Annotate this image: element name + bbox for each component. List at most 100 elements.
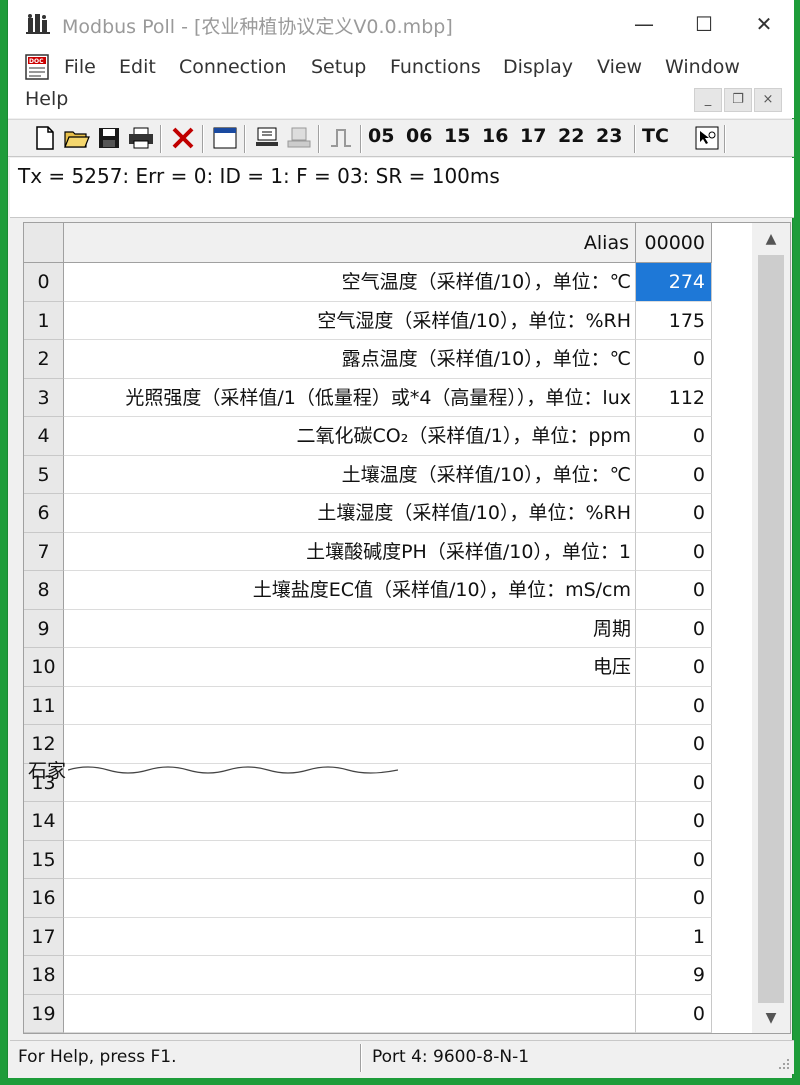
- table-row[interactable]: 9 周期 0: [24, 609, 712, 648]
- table-row[interactable]: 3 光照强度（采样值/1（低量程）或*4（高量程）），单位：lux 112: [24, 378, 712, 417]
- alias-cell[interactable]: 土壤盐度EC值（采样值/10），单位：mS/cm: [64, 571, 636, 610]
- row-number[interactable]: 16: [24, 879, 64, 918]
- menu-view[interactable]: View: [597, 56, 642, 78]
- table-row[interactable]: 16 0: [24, 879, 712, 918]
- row-number[interactable]: 0: [24, 263, 64, 302]
- table-row[interactable]: 10 电压 0: [24, 648, 712, 687]
- resize-grip-icon[interactable]: [776, 1056, 790, 1070]
- alias-cell[interactable]: [64, 686, 636, 725]
- grid-corner[interactable]: [24, 223, 64, 263]
- alias-cell[interactable]: 空气湿度（采样值/10），单位：%RH: [64, 301, 636, 340]
- alias-cell[interactable]: [64, 879, 636, 918]
- alias-column-header[interactable]: Alias: [64, 223, 636, 263]
- alias-cell[interactable]: [64, 802, 636, 841]
- menu-setup[interactable]: Setup: [311, 56, 366, 78]
- row-number[interactable]: 11: [24, 686, 64, 725]
- menu-connection[interactable]: Connection: [179, 56, 287, 78]
- table-row[interactable]: 11 0: [24, 686, 712, 725]
- row-number[interactable]: 4: [24, 417, 64, 456]
- table-row[interactable]: 14 0: [24, 802, 712, 841]
- menu-display[interactable]: Display: [503, 56, 573, 78]
- menu-edit[interactable]: Edit: [119, 56, 156, 78]
- register-value-cell[interactable]: 9: [636, 956, 712, 995]
- register-value-cell[interactable]: 0: [636, 648, 712, 687]
- register-value-cell[interactable]: 0: [636, 455, 712, 494]
- mdi-minimize-button[interactable]: _: [694, 88, 722, 112]
- register-value-cell[interactable]: 175: [636, 301, 712, 340]
- alias-cell[interactable]: [64, 917, 636, 956]
- register-value-cell[interactable]: 0: [636, 686, 712, 725]
- function-23-button[interactable]: 23: [596, 125, 622, 147]
- table-row[interactable]: 1 空气湿度（采样值/10），单位：%RH 175: [24, 301, 712, 340]
- register-value-cell[interactable]: 0: [636, 571, 712, 610]
- row-number[interactable]: 14: [24, 802, 64, 841]
- scroll-thumb[interactable]: [758, 255, 784, 1003]
- alias-cell[interactable]: [64, 956, 636, 995]
- table-row[interactable]: 18 9: [24, 956, 712, 995]
- register-value-cell[interactable]: 0: [636, 879, 712, 918]
- alias-cell[interactable]: 电压: [64, 648, 636, 687]
- menu-functions[interactable]: Functions: [390, 56, 481, 78]
- function-22-button[interactable]: 22: [558, 125, 584, 147]
- table-row[interactable]: 2 露点温度（采样值/10），单位：℃ 0: [24, 340, 712, 379]
- new-file-icon[interactable]: [30, 123, 60, 153]
- function-15-button[interactable]: 15: [444, 125, 470, 147]
- alias-cell[interactable]: 二氧化碳CO₂（采样值/1），单位：ppm: [64, 417, 636, 456]
- register-value-cell[interactable]: 0: [636, 725, 712, 764]
- vertical-scrollbar[interactable]: ▲ ▼: [752, 223, 790, 1033]
- delete-icon[interactable]: [168, 123, 198, 153]
- maximize-button[interactable]: ☐: [674, 0, 734, 48]
- register-value-cell[interactable]: 0: [636, 340, 712, 379]
- scroll-up-arrow-icon[interactable]: ▲: [752, 223, 790, 255]
- document-icon[interactable]: DOC: [24, 54, 52, 80]
- register-value-cell[interactable]: 0: [636, 840, 712, 879]
- alias-cell[interactable]: 周期: [64, 609, 636, 648]
- disconnect-icon[interactable]: [284, 123, 314, 153]
- register-value-cell[interactable]: 0: [636, 417, 712, 456]
- row-number[interactable]: 10: [24, 648, 64, 687]
- table-row[interactable]: 4 二氧化碳CO₂（采样值/1），单位：ppm 0: [24, 417, 712, 456]
- row-number[interactable]: 1: [24, 301, 64, 340]
- row-number[interactable]: 5: [24, 455, 64, 494]
- table-row[interactable]: 8 土壤盐度EC值（采样值/10），单位：mS/cm 0: [24, 571, 712, 610]
- mdi-close-button[interactable]: ×: [754, 88, 782, 112]
- table-row[interactable]: 0 空气温度（采样值/10），单位：℃ 274: [24, 263, 712, 302]
- open-folder-icon[interactable]: [62, 123, 92, 153]
- table-row[interactable]: 6 土壤湿度（采样值/10），单位：%RH 0: [24, 494, 712, 533]
- help-cursor-icon[interactable]: [692, 123, 722, 153]
- connect-icon[interactable]: [252, 123, 282, 153]
- table-row[interactable]: 7 土壤酸碱度PH（采样值/10），单位：1 0: [24, 532, 712, 571]
- row-number[interactable]: 18: [24, 956, 64, 995]
- register-value-cell[interactable]: 112: [636, 378, 712, 417]
- alias-cell[interactable]: 土壤酸碱度PH（采样值/10），单位：1: [64, 532, 636, 571]
- register-value-cell[interactable]: 1: [636, 917, 712, 956]
- table-row[interactable]: 19 0: [24, 994, 712, 1033]
- alias-cell[interactable]: [64, 994, 636, 1033]
- value-column-header[interactable]: 00000: [636, 223, 712, 263]
- alias-cell[interactable]: 光照强度（采样值/1（低量程）或*4（高量程）），单位：lux: [64, 378, 636, 417]
- title-bar[interactable]: Modbus Poll - [农业种植协议定义V0.0.mbp] — ☐ ✕: [8, 0, 794, 48]
- row-number[interactable]: 17: [24, 917, 64, 956]
- row-number[interactable]: 6: [24, 494, 64, 533]
- scroll-down-arrow-icon[interactable]: ▼: [752, 1003, 790, 1033]
- register-value-cell[interactable]: 0: [636, 532, 712, 571]
- print-icon[interactable]: [126, 123, 156, 153]
- row-number[interactable]: 8: [24, 571, 64, 610]
- pulse-icon[interactable]: [326, 123, 356, 153]
- row-number[interactable]: 19: [24, 994, 64, 1033]
- function-tc-button[interactable]: TC: [642, 125, 669, 147]
- alias-cell[interactable]: 土壤湿度（采样值/10），单位：%RH: [64, 494, 636, 533]
- table-row[interactable]: 17 1: [24, 917, 712, 956]
- function-17-button[interactable]: 17: [520, 125, 546, 147]
- menu-file[interactable]: File: [64, 56, 96, 78]
- row-number[interactable]: 2: [24, 340, 64, 379]
- row-number[interactable]: 15: [24, 840, 64, 879]
- window-icon[interactable]: [210, 123, 240, 153]
- alias-cell[interactable]: [64, 725, 636, 764]
- register-value-cell[interactable]: 0: [636, 494, 712, 533]
- register-value-cell[interactable]: 0: [636, 802, 712, 841]
- menu-window[interactable]: Window: [665, 56, 740, 78]
- table-row[interactable]: 12 0: [24, 725, 712, 764]
- row-number[interactable]: 9: [24, 609, 64, 648]
- row-number[interactable]: 3: [24, 378, 64, 417]
